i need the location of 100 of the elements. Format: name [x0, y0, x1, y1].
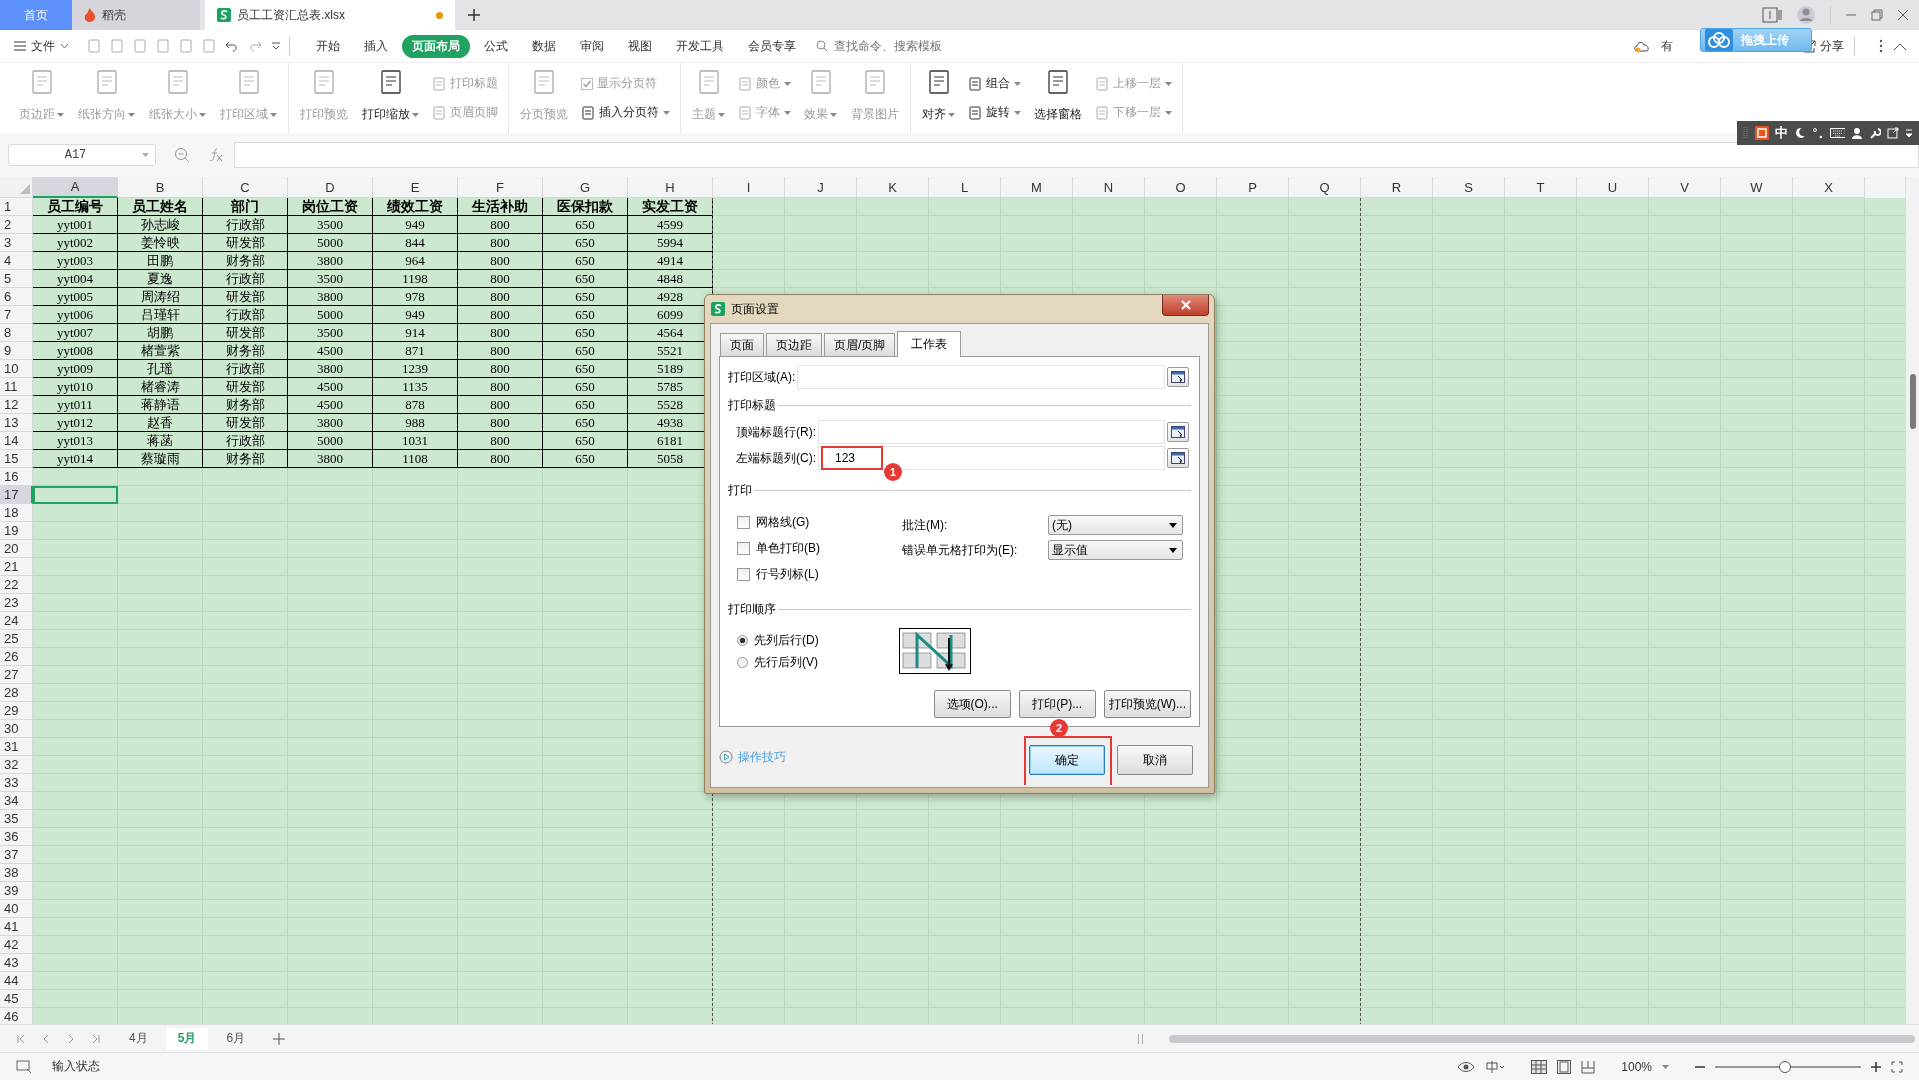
column-header[interactable]: W [1721, 177, 1793, 198]
row-number[interactable]: 3 [0, 234, 33, 252]
row-number[interactable]: 37 [0, 846, 33, 864]
row-number[interactable]: 15 [0, 450, 33, 468]
column-header[interactable]: X [1793, 177, 1865, 198]
row-number[interactable]: 8 [0, 324, 33, 342]
zoom-in-icon[interactable] [1871, 1061, 1881, 1072]
column-header[interactable]: H [628, 177, 713, 198]
row-number[interactable]: 19 [0, 522, 33, 540]
moon-icon[interactable] [1793, 127, 1806, 139]
row-number[interactable]: 21 [0, 558, 33, 576]
row-number[interactable]: 14 [0, 432, 33, 450]
row-number[interactable]: 20 [0, 540, 33, 558]
fullscreen-icon[interactable] [1891, 1060, 1903, 1073]
column-header[interactable]: E [373, 177, 458, 198]
row-number[interactable]: 18 [0, 504, 33, 522]
ribbon-button[interactable]: 旋转 [968, 104, 1021, 121]
function-icon[interactable] [208, 147, 224, 163]
row-number[interactable]: 32 [0, 756, 33, 774]
name-box[interactable]: A17 [8, 144, 156, 166]
row-number[interactable]: 12 [0, 396, 33, 414]
row-number[interactable]: 40 [0, 900, 33, 918]
keyboard-icon[interactable] [1829, 127, 1846, 139]
dropdown-icon[interactable] [271, 41, 281, 51]
page-view-icon[interactable] [1557, 1059, 1572, 1074]
menu-tab[interactable]: 会员专享 [738, 34, 806, 58]
formula-field[interactable] [234, 142, 1919, 168]
column-header[interactable]: K [857, 177, 929, 198]
page-break-view-icon[interactable] [1581, 1059, 1596, 1074]
add-sheet-icon[interactable] [273, 1032, 286, 1045]
dropdown-icon[interactable] [1905, 127, 1913, 139]
row-number[interactable]: 10 [0, 360, 33, 378]
scrollbar-thumb[interactable] [1909, 374, 1916, 429]
column-header[interactable]: F [458, 177, 543, 198]
more-icon[interactable] [1879, 39, 1883, 53]
dialog-button[interactable]: 打印预览(W)... [1103, 690, 1191, 718]
dialog-button[interactable]: 确定 [1029, 745, 1105, 775]
first-sheet-icon[interactable] [16, 1033, 26, 1044]
column-header[interactable]: A [33, 177, 118, 198]
row-number[interactable]: 46 [0, 1008, 33, 1024]
normal-view-icon[interactable] [1531, 1059, 1548, 1074]
column-header[interactable]: I [713, 177, 785, 198]
row-number[interactable]: 4 [0, 252, 33, 270]
previous-sheet-icon[interactable] [41, 1033, 51, 1044]
zoom-icon[interactable] [174, 147, 190, 163]
document-tab[interactable]: 员工工资汇总表.xlsx [205, 0, 455, 30]
row-number[interactable]: 23 [0, 594, 33, 612]
dialog-button[interactable]: 选项(O)... [933, 690, 1011, 718]
row-number[interactable]: 38 [0, 864, 33, 882]
row-number[interactable]: 16 [0, 468, 33, 486]
menu-tab[interactable]: 开始 [306, 34, 350, 58]
column-header[interactable]: B [118, 177, 203, 198]
dropdown[interactable]: 显示值 [1048, 540, 1183, 560]
column-header[interactable]: J [785, 177, 857, 198]
column-header[interactable]: V [1649, 177, 1721, 198]
column-header[interactable]: S [1433, 177, 1505, 198]
row-number[interactable]: 22 [0, 576, 33, 594]
range-picker-button[interactable] [1167, 422, 1189, 442]
ime-mode[interactable]: 中 [1774, 124, 1788, 142]
ribbon-button[interactable]: 对齐 [917, 67, 960, 129]
ribbon-button[interactable]: 选择窗格 [1029, 67, 1087, 129]
sheet-tab[interactable]: 6月 [214, 1027, 258, 1050]
row-number[interactable]: 28 [0, 684, 33, 702]
ime-logo-icon[interactable] [1754, 126, 1769, 140]
wrench-icon[interactable] [1869, 127, 1882, 139]
dialog-tab[interactable]: 页面 [720, 333, 764, 356]
macro-icon[interactable] [16, 1059, 32, 1074]
row-number[interactable]: 17 [0, 486, 33, 504]
ribbon-button[interactable]: 插入分页符 [581, 104, 670, 121]
column-header[interactable]: Q [1289, 177, 1361, 198]
next-sheet-icon[interactable] [66, 1033, 76, 1044]
row-number[interactable]: 26 [0, 648, 33, 666]
column-header[interactable]: R [1361, 177, 1433, 198]
sheet-tab[interactable]: 4月 [117, 1027, 160, 1050]
row-number[interactable]: 34 [0, 792, 33, 810]
row-number[interactable]: 31 [0, 738, 33, 756]
row-number[interactable]: 45 [0, 990, 33, 1008]
input-field[interactable]: 123 [821, 446, 883, 470]
row-number[interactable]: 44 [0, 972, 33, 990]
row-number[interactable]: 41 [0, 918, 33, 936]
last-sheet-icon[interactable] [91, 1033, 101, 1044]
ribbon-button[interactable]: 打印缩放 [357, 67, 424, 129]
menu-tab[interactable]: 视图 [618, 34, 662, 58]
column-header[interactable]: U [1577, 177, 1649, 198]
row-number[interactable]: 43 [0, 954, 33, 972]
checkbox[interactable]: 网格线(G) [737, 513, 902, 531]
restore-icon[interactable] [1871, 9, 1883, 21]
column-header[interactable]: L [929, 177, 1001, 198]
punctuation-icon[interactable] [1811, 127, 1824, 139]
menu-tab[interactable]: 审阅 [570, 34, 614, 58]
slider-thumb[interactable] [1779, 1060, 1792, 1073]
column-header[interactable]: O [1145, 177, 1217, 198]
dialog-tab[interactable]: 页眉/页脚 [824, 333, 896, 356]
dialog-tab[interactable]: 工作表 [897, 331, 962, 357]
dialog-button[interactable]: 打印(P)... [1018, 690, 1096, 718]
radio-button[interactable]: 先行后列(V) [737, 653, 902, 671]
row-number[interactable]: 39 [0, 882, 33, 900]
row-number[interactable]: 24 [0, 612, 33, 630]
row-number[interactable]: 13 [0, 414, 33, 432]
language-icon[interactable] [1485, 1060, 1506, 1073]
